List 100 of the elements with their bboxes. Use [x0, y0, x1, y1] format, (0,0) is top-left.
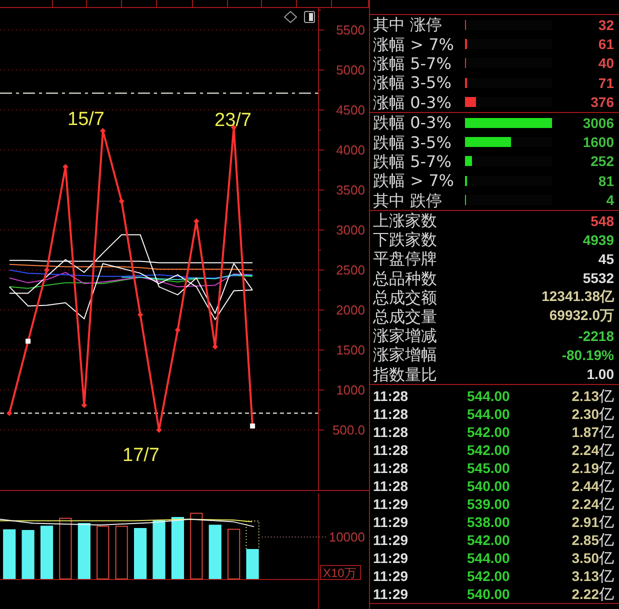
count-value: 61 — [598, 36, 614, 52]
date-label: 23/7 — [214, 110, 252, 131]
volume-bar — [40, 526, 54, 579]
row-label: 其中 涨停 — [373, 15, 444, 34]
count-value: 71 — [598, 74, 614, 91]
stat-label: 下跌家数 — [373, 230, 438, 250]
axis-label: 500.0 — [332, 422, 365, 438]
point-marker — [26, 338, 31, 344]
axis-label: 4500 — [336, 102, 365, 118]
tick-amount: 2.13亿 — [572, 386, 614, 406]
stat-value: 69932.0万 — [549, 307, 614, 326]
axis-label: 2500 — [336, 262, 365, 278]
tick-amount: 2.91亿 — [572, 512, 614, 532]
tick-time: 11:28 — [373, 406, 410, 422]
tick-amount: 2.24亿 — [572, 440, 614, 460]
volume-bar — [190, 512, 203, 580]
tick-time: 11:29 — [373, 532, 410, 548]
diamond-icon[interactable] — [284, 11, 297, 23]
tick-time: 11:28 — [373, 442, 410, 458]
tick-time: 11:29 — [373, 568, 410, 584]
point — [6, 410, 12, 416]
tick-price: 544.00 — [467, 550, 511, 566]
tick-amount: 3.50亿 — [572, 548, 614, 568]
volume-bar — [115, 526, 128, 580]
axis-label: 3000 — [336, 222, 365, 238]
row-label: 其中 跌停 — [373, 190, 444, 210]
stat-value: 548 — [590, 212, 614, 228]
count-value: 1600 — [582, 134, 614, 150]
point-marker — [250, 424, 256, 428]
volume-bar — [59, 518, 72, 580]
tick-amount: 2.24亿 — [572, 494, 614, 514]
stat-label: 涨家增减 — [373, 326, 438, 346]
tick-time: 11:28 — [373, 424, 410, 440]
stat-label: 总品种数 — [373, 268, 438, 288]
tick-price: 542.00 — [467, 442, 511, 458]
axis-label: 10000 — [328, 530, 365, 544]
row-label: 跌幅 5-7% — [373, 152, 452, 171]
stat-value: -2218 — [578, 328, 614, 344]
stat-label: 涨家增幅 — [373, 345, 438, 364]
stat-label: 指数量比 — [373, 364, 438, 384]
stat-value: 1.00 — [586, 366, 614, 382]
volume-bar — [3, 529, 16, 579]
tick-price: 542.00 — [467, 532, 511, 548]
tick-price: 544.00 — [467, 406, 511, 422]
tick-price: 540.00 — [467, 586, 511, 602]
count-value: 376 — [590, 94, 614, 110]
row-label: 涨幅 5-7% — [373, 54, 452, 73]
tick-price: 542.00 — [467, 568, 511, 584]
row-label: 跌幅 > 7% — [373, 171, 455, 190]
volume-bar — [246, 549, 259, 579]
volume-bar — [78, 523, 90, 579]
unit-label: X10万 — [320, 565, 361, 580]
tick-time: 11:29 — [373, 496, 410, 512]
volume-bar — [22, 530, 34, 579]
tick-time: 11:28 — [373, 388, 410, 404]
row-label: 涨幅 3-5% — [373, 73, 452, 92]
panel-toggle-icon[interactable] — [304, 11, 315, 23]
tick-time: 11:28 — [373, 460, 410, 476]
stat-label: 总成交量 — [373, 306, 438, 326]
volume-bar — [171, 517, 184, 579]
count-value: 252 — [590, 153, 614, 170]
volume-bar — [208, 524, 222, 579]
tick-price: 545.00 — [467, 460, 511, 476]
row-label: 跌幅 3-5% — [373, 132, 452, 152]
stat-value: 4939 — [582, 232, 614, 248]
row-label: 涨幅 > 7% — [373, 34, 455, 54]
point — [137, 312, 144, 318]
tick-amount: 2.85亿 — [572, 530, 614, 550]
tick-amount: 2.22亿 — [572, 584, 614, 604]
stat-value: 12341.38亿 — [542, 288, 614, 306]
tick-amount: 2.30亿 — [572, 404, 614, 424]
tick-price: 539.00 — [467, 496, 511, 512]
volume-bar — [152, 520, 166, 579]
axis-label: 5500 — [336, 22, 365, 38]
axis-label: 1000 — [336, 382, 365, 398]
tick-time: 11:29 — [373, 550, 410, 566]
leader-line — [261, 536, 326, 538]
stat-value: 45 — [598, 250, 614, 267]
stat-value: -80.19% — [562, 346, 614, 363]
tick-price: 542.00 — [467, 424, 511, 440]
point — [44, 267, 50, 273]
axis-label: 2000 — [336, 302, 365, 318]
count-value: 3006 — [582, 114, 614, 131]
axis-label: 5000 — [336, 62, 365, 78]
axis-label: 4000 — [336, 142, 365, 158]
stat-label: 平盘停牌 — [373, 249, 438, 268]
tick-time: 11:29 — [373, 514, 410, 530]
point — [174, 327, 181, 333]
count-value: 81 — [598, 172, 614, 189]
count-value: 4 — [606, 192, 614, 208]
projected-volume-outline — [246, 520, 260, 550]
stat-label: 总成交额 — [373, 288, 438, 307]
axis-label: 3500 — [336, 182, 365, 198]
tick-price: 544.00 — [467, 388, 511, 404]
tick-time: 11:28 — [373, 478, 410, 494]
tick-amount: 1.87亿 — [572, 422, 614, 442]
row-label: 跌幅 0-3% — [373, 113, 452, 132]
tick-time: 11:29 — [373, 586, 410, 602]
date-label: 15/7 — [68, 109, 104, 130]
tick-amount: 2.44亿 — [572, 476, 614, 496]
